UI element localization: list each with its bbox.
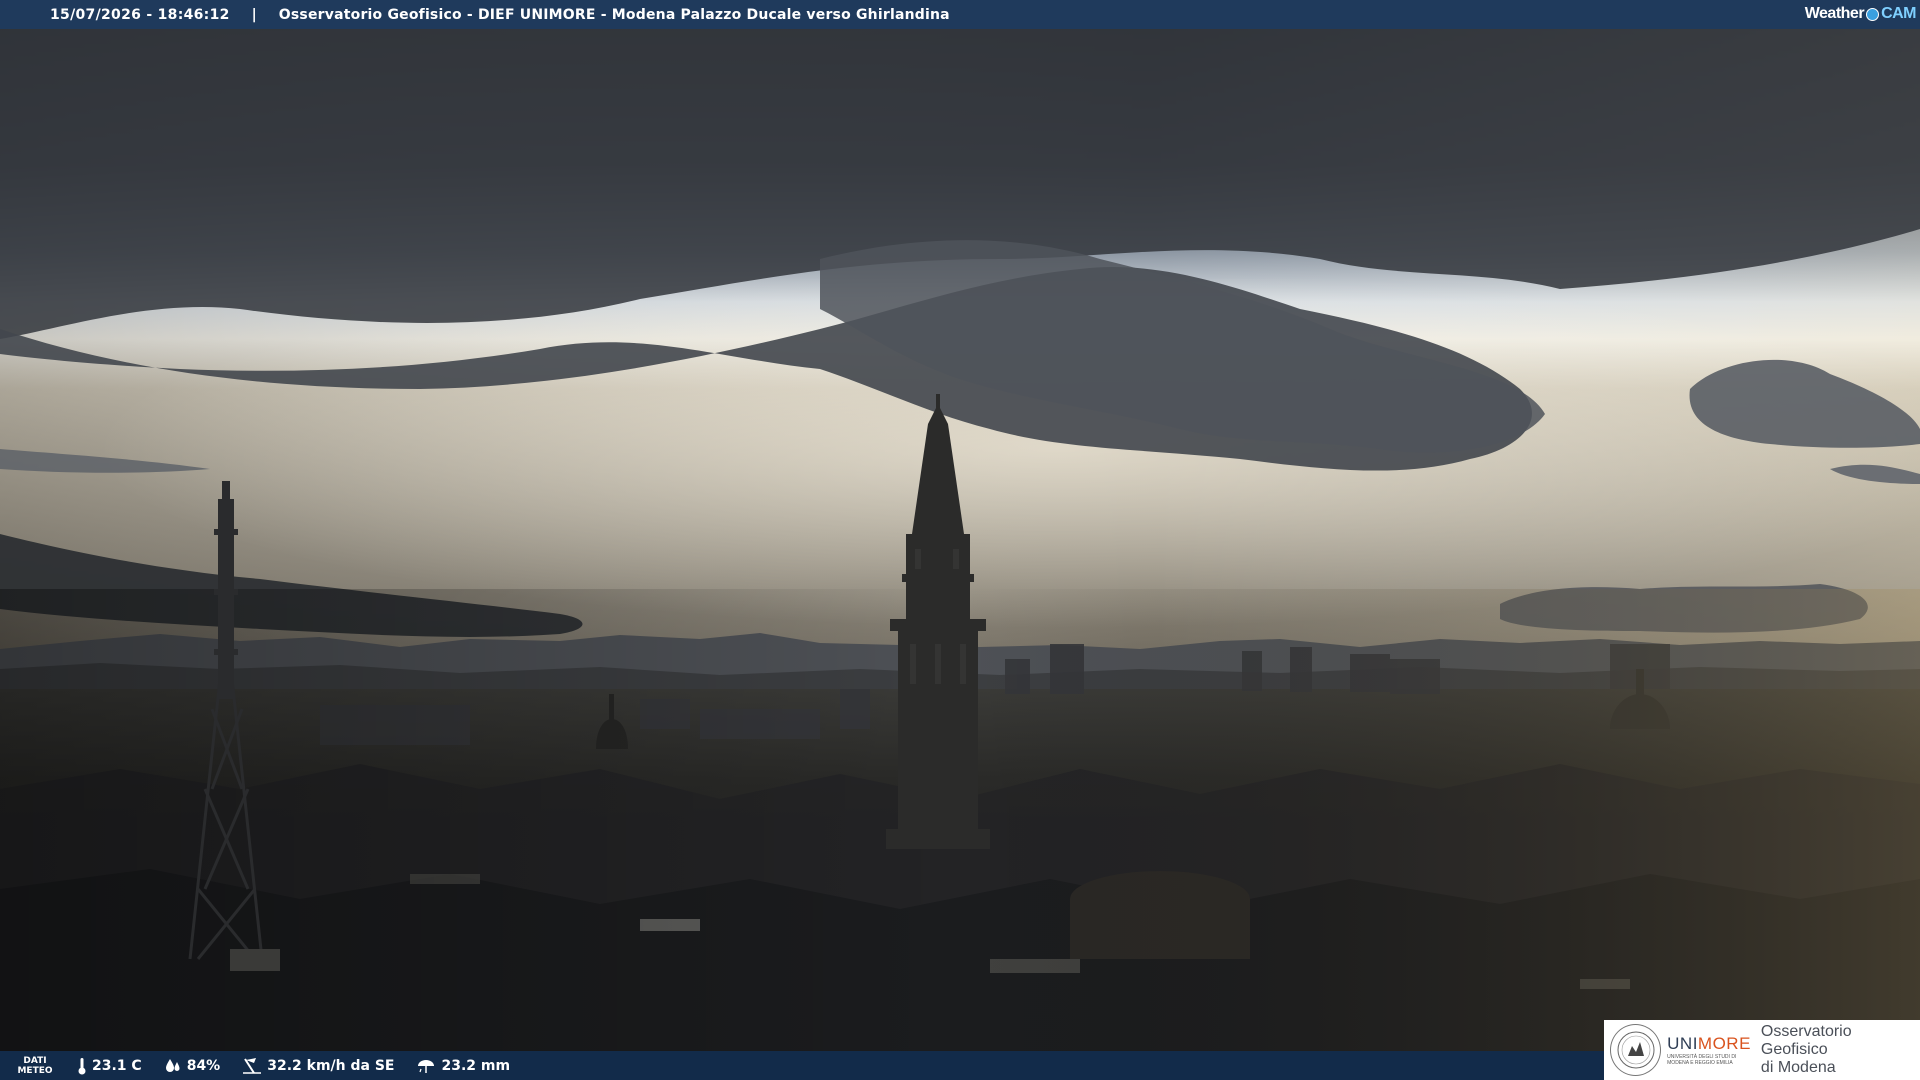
dati-meteo-line1: DATI — [23, 1055, 47, 1066]
rain-reading: 23.2 mm — [416, 1058, 510, 1074]
rain-value: 23.2 mm — [441, 1057, 511, 1074]
unimore-name-more: MORE — [1697, 1034, 1751, 1053]
thermometer-icon — [77, 1057, 87, 1075]
city-skyline-scene — [0, 29, 1920, 1051]
humidity-value: 84% — [186, 1057, 221, 1074]
observatory-name: Osservatorio Geofisico di Modena — [1761, 1023, 1920, 1077]
wind-value: 32.2 km/h da SE — [267, 1057, 395, 1074]
temperature-value: 23.1 C — [92, 1057, 142, 1074]
observatory-line2: di Modena — [1760, 1059, 1836, 1076]
unimore-subtitle-2: MODENA E REGGIO EMILIA — [1667, 1060, 1733, 1066]
header-separator: | — [251, 6, 257, 23]
unimore-name-uni: UNI — [1667, 1034, 1698, 1053]
university-seal-icon — [1610, 1024, 1662, 1076]
weathercam-logo-weather: Weather — [1804, 5, 1865, 22]
humidity-icon — [164, 1058, 182, 1074]
observatory-line1: Osservatorio Geofisico — [1760, 1023, 1852, 1058]
webcam-image — [0, 29, 1920, 1051]
temperature-reading: 23.1 C — [77, 1057, 142, 1075]
humidity-reading: 84% — [164, 1057, 221, 1074]
dati-meteo-label: DATI METEO — [15, 1056, 55, 1076]
weathercam-logo-cam: CAM — [1881, 5, 1916, 22]
camera-location-title: Osservatorio Geofisico - DIEF UNIMORE - … — [278, 6, 950, 23]
unimore-logo-box: UNIMORE UNIVERSITÀ DEGLI STUDI DI MODENA… — [1604, 1020, 1920, 1080]
timestamp: 15/07/2026 - 18:46:12 — [50, 6, 230, 23]
weathercam-logo: Weather CAM — [1804, 3, 1917, 25]
rain-gauge-icon — [416, 1058, 436, 1074]
weathercam-logo-dot-icon — [1866, 7, 1880, 21]
dati-meteo-line2: METEO — [17, 1065, 53, 1076]
wind-icon — [242, 1057, 262, 1075]
header-bar: 15/07/2026 - 18:46:12 | Osservatorio Geo… — [0, 0, 1920, 29]
unimore-wordmark: UNIMORE UNIVERSITÀ DEGLI STUDI DI MODENA… — [1667, 1034, 1751, 1066]
wind-reading: 32.2 km/h da SE — [242, 1057, 394, 1075]
